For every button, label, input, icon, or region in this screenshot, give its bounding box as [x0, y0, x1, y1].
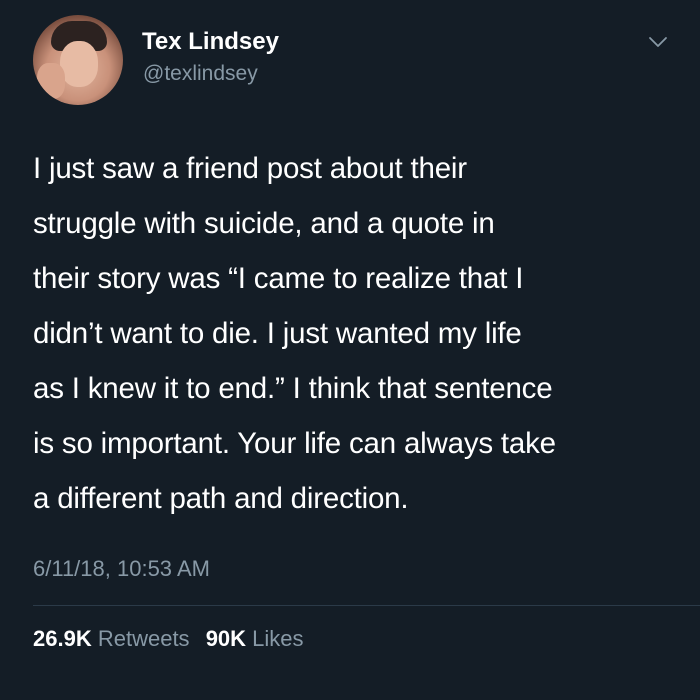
tweet-text-line: a different path and direction.: [33, 482, 409, 515]
tweet-text-line: their story was “I came to realize that …: [33, 262, 524, 295]
tweet-text-line: I just saw a friend post about their: [33, 152, 467, 185]
avatar-face: [60, 41, 98, 87]
avatar[interactable]: [33, 15, 123, 105]
tweet-text-line: didn’t want to die. I just wanted my lif…: [33, 317, 522, 350]
retweets-label: Retweets: [97, 626, 190, 651]
engagement-stats: 26.9K Retweets 90K Likes: [33, 626, 314, 652]
likes-stat[interactable]: 90K Likes: [206, 626, 304, 651]
tweet-text: I just saw a friend post about their str…: [33, 141, 683, 526]
tweet-timestamp[interactable]: 6/11/18, 10:53 AM: [33, 556, 210, 582]
likes-label: Likes: [252, 626, 304, 651]
retweets-stat[interactable]: 26.9K Retweets: [33, 626, 190, 651]
likes-count: 90K: [205, 626, 247, 651]
tweet-text-line: as I knew it to end.” I think that sente…: [33, 372, 553, 405]
tweet-text-line: is so important. Your life can always ta…: [33, 427, 556, 460]
display-name[interactable]: Tex Lindsey: [142, 28, 279, 56]
tweet-card: Tex Lindsey @texlindsey I just saw a fri…: [0, 0, 700, 700]
avatar-hand: [37, 63, 65, 99]
divider: [33, 605, 700, 606]
user-handle[interactable]: @texlindsey: [143, 62, 258, 86]
retweets-count: 26.9K: [33, 626, 92, 651]
chevron-down-icon[interactable]: [648, 35, 668, 49]
tweet-text-line: struggle with suicide, and a quote in: [33, 207, 495, 240]
